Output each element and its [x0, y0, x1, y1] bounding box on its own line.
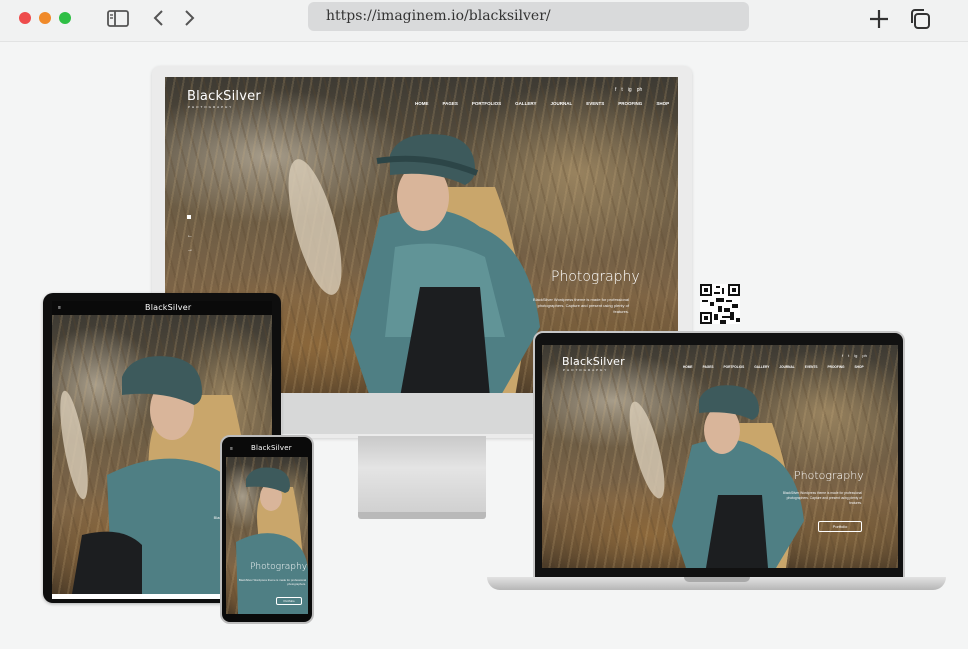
site-tagline: PHOTOGRAPHY: [563, 368, 609, 372]
twitter-icon[interactable]: t: [621, 87, 622, 93]
nav-events[interactable]: EVENTS: [805, 365, 818, 369]
menu-icon[interactable]: ≡: [230, 446, 233, 452]
arrow-left-icon[interactable]: ←: [187, 233, 193, 239]
facebook-icon[interactable]: f: [842, 353, 843, 358]
nav-shop[interactable]: SHOP: [855, 365, 864, 369]
site-logo[interactable]: BlackSilver: [251, 444, 292, 452]
instagram-icon[interactable]: ig: [854, 353, 857, 358]
hero-headline: Photography: [551, 269, 640, 285]
nav-events[interactable]: EVENTS: [586, 101, 604, 106]
portfolio-button[interactable]: Portfolio: [276, 597, 302, 605]
chevron-right-icon[interactable]: [182, 8, 198, 28]
hero-description: BlackSilver Wordpress theme is made for …: [533, 297, 629, 314]
nav-proofing[interactable]: PROOFING: [618, 101, 642, 106]
social-icons: f t ig ph: [615, 87, 642, 93]
nav-portfolios[interactable]: PORTFOLIOS: [472, 101, 501, 106]
hero-description: BlackSilver Wordpress theme is made for …: [238, 578, 306, 586]
site-logo[interactable]: BlackSilver: [145, 303, 191, 312]
main-nav: HOME PAGES PORTFOLIOS GALLERY JOURNAL EV…: [683, 365, 864, 369]
nav-proofing[interactable]: PROOFING: [828, 365, 845, 369]
qr-code: [700, 284, 740, 324]
nav-home[interactable]: HOME: [683, 365, 693, 369]
instagram-icon[interactable]: ig: [628, 87, 632, 93]
hero-headline: Photography: [250, 562, 308, 572]
nav-journal[interactable]: JOURNAL: [551, 101, 573, 106]
minimize-window-button[interactable]: [39, 12, 51, 24]
hero-headline: Photography: [794, 469, 864, 482]
plus-icon[interactable]: [868, 8, 890, 30]
portfolio-button[interactable]: Portfolio: [818, 521, 862, 532]
laptop-screen: BlackSilver PHOTOGRAPHY f t ig ph HOME P…: [542, 345, 898, 568]
phone-screen: Photography BlackSilver Wordpress theme …: [226, 457, 308, 614]
nav-pages[interactable]: PAGES: [443, 101, 458, 106]
nav-home[interactable]: HOME: [415, 101, 429, 106]
chevron-left-icon[interactable]: [150, 8, 166, 28]
site-tagline: PHOTOGRAPHY: [188, 105, 234, 109]
nav-gallery[interactable]: GALLERY: [754, 365, 769, 369]
model-photo: [236, 467, 308, 614]
slide-pause-icon[interactable]: [187, 215, 191, 219]
phone-icon[interactable]: ph: [637, 87, 643, 93]
hero-description: BlackSilver Wordpress theme is made for …: [782, 491, 862, 505]
maximize-window-button[interactable]: [59, 12, 71, 24]
device-mockup-stage: BlackSilver PHOTOGRAPHY f t ig ph HOME P…: [0, 42, 968, 649]
nav-pages[interactable]: PAGES: [703, 365, 714, 369]
main-nav: HOME PAGES PORTFOLIOS GALLERY JOURNAL EV…: [415, 101, 669, 106]
close-window-button[interactable]: [19, 12, 31, 24]
social-icons: f t ig ph: [842, 353, 867, 358]
site-logo[interactable]: BlackSilver: [562, 355, 625, 368]
nav-portfolios[interactable]: PORTFOLIOS: [723, 365, 744, 369]
browser-toolbar: https://imaginem.io/blacksilver/: [0, 0, 968, 42]
nav-gallery[interactable]: GALLERY: [515, 101, 536, 106]
phone-icon[interactable]: ph: [862, 353, 866, 358]
twitter-icon[interactable]: t: [848, 353, 849, 358]
nav-shop[interactable]: SHOP: [656, 101, 669, 106]
nav-journal[interactable]: JOURNAL: [779, 365, 794, 369]
facebook-icon[interactable]: f: [615, 87, 616, 93]
sidebar-icon[interactable]: [106, 8, 130, 28]
arrow-right-icon[interactable]: →: [187, 247, 193, 253]
model-photo: [629, 385, 804, 568]
tabs-icon[interactable]: [908, 8, 932, 30]
address-bar[interactable]: https://imaginem.io/blacksilver/: [308, 2, 749, 31]
menu-icon[interactable]: ≡: [58, 305, 61, 311]
site-logo[interactable]: BlackSilver: [187, 89, 261, 104]
